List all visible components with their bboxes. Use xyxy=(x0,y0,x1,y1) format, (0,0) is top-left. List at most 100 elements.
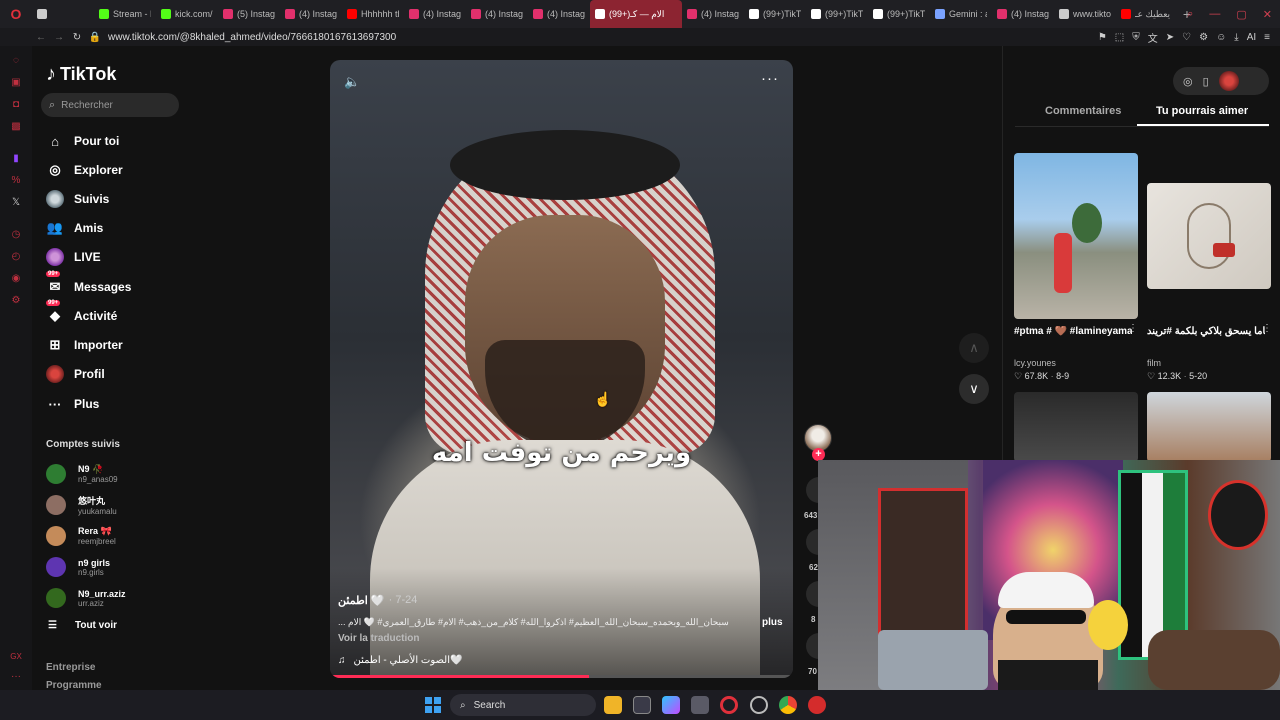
browser-tab[interactable]: (4) Instagr xyxy=(404,0,466,28)
recommendation-author[interactable]: lcy.younes xyxy=(1014,358,1056,368)
recommendation-thumbnail[interactable] xyxy=(1147,183,1271,289)
extensions-icon[interactable]: ⚙ xyxy=(1199,32,1208,43)
browser-tab[interactable]: kick.com/ xyxy=(156,0,218,28)
nav-item-messages[interactable]: ✉ 99+ Messages xyxy=(46,271,131,299)
followed-account[interactable]: N9_urr.aziz urr.aziz xyxy=(46,585,126,611)
search-box[interactable]: ⌕ xyxy=(41,93,179,117)
reload-icon[interactable]: ↻ xyxy=(68,32,86,43)
nav-item-amis[interactable]: 👥 Amis xyxy=(46,216,103,240)
followed-account[interactable]: N9 🥀 n9_anas09 xyxy=(46,461,118,487)
compass-icon[interactable]: ◎ xyxy=(1183,75,1193,88)
nav-item-suivis[interactable]: ● Suivis xyxy=(46,187,109,211)
wallet-icon[interactable]: ▣ xyxy=(9,76,23,90)
nav-item-live[interactable]: ● LIVE xyxy=(46,245,101,269)
followed-account[interactable]: 悠叶丸 yuukamalu xyxy=(46,492,117,518)
browser-tab[interactable]: www.tikto xyxy=(1054,0,1116,28)
copilot-icon[interactable] xyxy=(662,696,680,714)
see-translation-link[interactable]: Voir la traduction xyxy=(338,633,420,644)
file-explorer-icon[interactable] xyxy=(604,696,622,714)
menu-icon[interactable]: ≡ xyxy=(1264,32,1270,43)
recommendation-title[interactable]: #ptma # 🤎 #lamineyamal #dance... xyxy=(1014,326,1132,337)
nav-item-activit-[interactable]: ◆ 99+ Activité xyxy=(46,300,117,328)
gx-icon[interactable]: GX xyxy=(9,650,23,664)
video-player[interactable]: 🔈 ··· ويرحم من توفت امه اطمئن 🤍 · 7-24 س… xyxy=(330,60,793,678)
followed-account[interactable]: n9 girls n9.girls xyxy=(46,554,110,580)
download-icon[interactable]: ⤓ xyxy=(1234,32,1238,43)
recommendation-thumbnail[interactable] xyxy=(1147,392,1271,462)
browser-tab[interactable] xyxy=(32,0,94,28)
twitch-icon[interactable]: ▮ xyxy=(9,152,23,166)
video-more-icon[interactable]: ··· xyxy=(761,70,779,87)
recommendation-thumbnail[interactable] xyxy=(1014,392,1138,462)
opera-gx-icon[interactable] xyxy=(720,696,738,714)
browser-tab[interactable]: (5) Instagr xyxy=(218,0,280,28)
video-music[interactable]: ♫ الصوت الأصلي - اطمئن🤍 xyxy=(338,655,462,666)
bookmark-icon[interactable]: ⚑ xyxy=(1098,32,1107,43)
nav-item-explorer[interactable]: ◎ Explorer xyxy=(46,158,122,182)
browser-tab[interactable]: Gemini : a xyxy=(930,0,992,28)
app-icon[interactable] xyxy=(808,696,826,714)
footer-link-entreprise[interactable]: Entreprise xyxy=(46,662,95,673)
nav-item-importer[interactable]: ⊞ Importer xyxy=(46,333,123,357)
percent-icon[interactable]: % xyxy=(9,174,23,188)
windows-start-icon[interactable] xyxy=(425,697,441,713)
caption-more-link[interactable]: plus xyxy=(762,617,783,628)
snapshot-icon[interactable]: ⬚ xyxy=(1115,32,1124,43)
see-all-button[interactable]: ☰ Tout voir xyxy=(48,620,117,631)
url-field[interactable]: www.tiktok.com/@8khaled_ahmed/video/7666… xyxy=(108,32,396,43)
tab-you-may-like[interactable]: Tu pourrais aimer xyxy=(1156,105,1248,117)
next-video-button[interactable]: ∨ xyxy=(959,374,989,404)
followed-account[interactable]: Rera 🎀 reemjbreel xyxy=(46,523,116,549)
download-side-icon[interactable]: ◉ xyxy=(9,272,23,286)
video-progress-bar[interactable] xyxy=(330,675,793,678)
browser-tab[interactable]: يعطيك عـ xyxy=(1116,0,1178,28)
heart-icon[interactable]: ♡ xyxy=(1182,32,1191,43)
messenger-icon[interactable]: ◘ xyxy=(9,98,23,112)
user-avatar[interactable] xyxy=(1218,71,1239,91)
translate-icon[interactable]: 文 xyxy=(1148,30,1158,45)
browser-tab[interactable]: (99+)TikT xyxy=(806,0,868,28)
nav-item-plus[interactable]: ··· Plus xyxy=(46,392,100,416)
search-tabs-icon[interactable]: ⌕ xyxy=(1187,8,1193,21)
browser-tab[interactable]: (4) Instagr xyxy=(528,0,590,28)
recommendation-more-icon[interactable]: ⋮ xyxy=(1128,323,1138,334)
tab-comments[interactable]: Commentaires xyxy=(1045,105,1121,117)
clock-icon[interactable]: ◴ xyxy=(9,250,23,264)
browser-tab[interactable]: (4) Instagr xyxy=(280,0,342,28)
volume-icon[interactable]: 🔈 xyxy=(344,74,360,90)
account-icon[interactable]: ☺ xyxy=(1216,32,1226,43)
taskbar-search[interactable]: ⌕ Search xyxy=(450,694,596,716)
browser-tab[interactable]: Hhhhhh th xyxy=(342,0,404,28)
opera-logo-icon[interactable]: O xyxy=(0,0,32,28)
forward-icon[interactable]: → xyxy=(50,32,68,43)
search-input[interactable] xyxy=(61,99,162,111)
recommendation-title[interactable]: سايتاما يسحق بلاكي بلكمة #تريند #foryou … xyxy=(1147,326,1265,337)
browser-tab[interactable]: (99+)TikT xyxy=(744,0,806,28)
recommendation-author[interactable]: film xyxy=(1147,358,1161,368)
recommendation-thumbnail[interactable] xyxy=(1014,153,1138,319)
close-icon[interactable]: ✕ xyxy=(1263,8,1272,21)
back-icon[interactable]: ← xyxy=(32,32,50,43)
video-author[interactable]: اطمئن 🤍 xyxy=(338,594,385,607)
history-icon[interactable]: ◷ xyxy=(9,228,23,242)
steam-icon[interactable] xyxy=(750,696,768,714)
browser-tab[interactable]: (99+)الام — كـ xyxy=(590,0,682,28)
tiktok-logo[interactable]: ♪ TikTok xyxy=(46,63,116,86)
nav-item-pour-toi[interactable]: ⌂ Pour toi xyxy=(46,129,119,153)
chrome-icon[interactable] xyxy=(779,696,797,714)
settings-icon[interactable]: ⚙ xyxy=(9,294,23,308)
phone-icon[interactable]: ▯ xyxy=(1203,75,1209,88)
browser-tab[interactable]: (4) Instagr xyxy=(682,0,744,28)
maximize-icon[interactable]: ▢ xyxy=(1236,8,1246,21)
store-icon[interactable] xyxy=(633,696,651,714)
x-icon[interactable]: 𝕏 xyxy=(9,196,23,210)
calculator-icon[interactable] xyxy=(691,696,709,714)
nav-item-profil[interactable]: ● Profil xyxy=(46,362,105,386)
aria-ai-button[interactable]: AI xyxy=(1247,32,1256,43)
previous-video-button[interactable]: ∧ xyxy=(959,333,989,363)
recommendation-more-icon[interactable]: ⋮ xyxy=(1262,323,1272,334)
send-icon[interactable]: ➤ xyxy=(1166,32,1174,43)
browser-tab[interactable]: Stream - K xyxy=(94,0,156,28)
minimize-icon[interactable]: — xyxy=(1209,8,1220,20)
instagram-icon[interactable]: ▩ xyxy=(9,120,23,134)
